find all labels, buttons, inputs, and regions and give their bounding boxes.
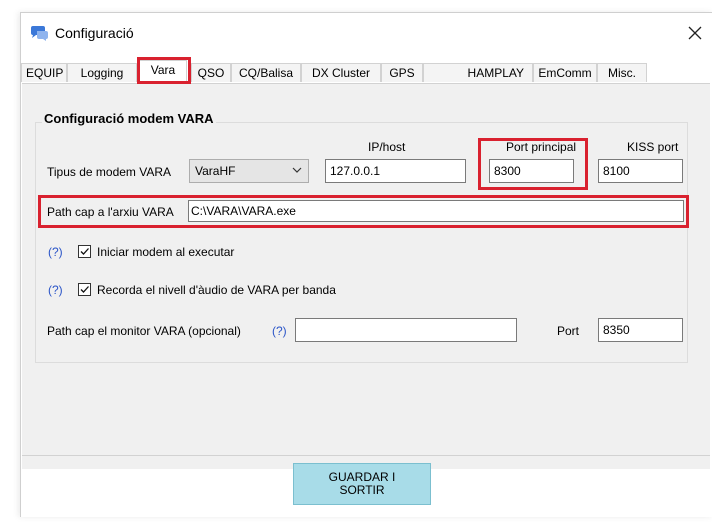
vara-path-input[interactable]: C:\VARA\VARA.exe: [188, 200, 684, 222]
kiss-port-input[interactable]: 8100: [598, 159, 683, 183]
footer-divider: [22, 455, 710, 456]
help-link-monitor[interactable]: (?): [272, 324, 287, 338]
close-icon: [688, 26, 702, 40]
tab-hamplay[interactable]: HAMPLAY: [423, 63, 533, 82]
config-window: Configuració EQUIP Logging Vara QSO CQ/B…: [20, 12, 712, 517]
help-link-start-modem[interactable]: (?): [48, 245, 63, 259]
vara-settings-panel: Configuració modem VARA IP/host Port pri…: [22, 83, 710, 505]
modem-type-select[interactable]: VaraHF: [189, 159, 309, 183]
window-title: Configuració: [55, 25, 134, 41]
tab-dx-cluster[interactable]: DX Cluster: [301, 63, 381, 82]
group-title: Configuració modem VARA: [42, 111, 216, 126]
start-modem-checkbox[interactable]: [78, 245, 91, 258]
help-link-audio[interactable]: (?): [48, 283, 63, 297]
port-principal-input[interactable]: 8300: [489, 159, 574, 183]
tab-emcomm[interactable]: EmComm: [533, 63, 597, 82]
close-button[interactable]: [683, 21, 707, 45]
tab-cq-balisa[interactable]: CQ/Balisa: [231, 63, 301, 82]
monitor-path-label: Path cap el monitor VARA (opcional): [47, 324, 241, 338]
ip-host-input[interactable]: 127.0.0.1: [325, 159, 466, 183]
remember-audio-checkbox[interactable]: [78, 283, 91, 296]
tab-logging[interactable]: Logging: [67, 63, 137, 82]
save-and-exit-button[interactable]: GUARDAR I SORTIR: [293, 463, 431, 505]
vara-path-label: Path cap a l'arxiu VARA: [47, 205, 174, 219]
checkmark-icon: [80, 286, 89, 293]
save-button-line2: SORTIR: [339, 483, 385, 497]
remember-audio-label: Recorda el nivell d'àudio de VARA per ba…: [97, 283, 336, 297]
checkmark-icon: [80, 248, 89, 255]
tab-vara[interactable]: Vara: [139, 60, 187, 83]
title-bar: Configuració: [21, 13, 712, 51]
tab-qso[interactable]: QSO: [191, 63, 231, 82]
start-modem-label: Iniciar modem al executar: [97, 245, 235, 259]
monitor-port-input[interactable]: 8350: [598, 318, 683, 342]
ip-host-header: IP/host: [368, 140, 406, 154]
kiss-port-header: KISS port: [627, 140, 679, 154]
tab-bar: EQUIP Logging Vara QSO CQ/Balisa DX Clus…: [21, 60, 712, 83]
tab-equip[interactable]: EQUIP: [21, 63, 67, 82]
monitor-port-label: Port: [557, 324, 580, 338]
chat-bubble-icon: [29, 25, 49, 41]
modem-type-value: VaraHF: [195, 164, 236, 178]
tab-misc[interactable]: Misc.: [597, 63, 647, 82]
modem-type-label: Tipus de modem VARA: [47, 165, 172, 179]
tab-gps[interactable]: GPS: [381, 63, 423, 82]
monitor-path-input[interactable]: [295, 318, 517, 342]
chevron-down-icon: [292, 164, 302, 174]
port-principal-header: Port principal: [506, 140, 577, 154]
